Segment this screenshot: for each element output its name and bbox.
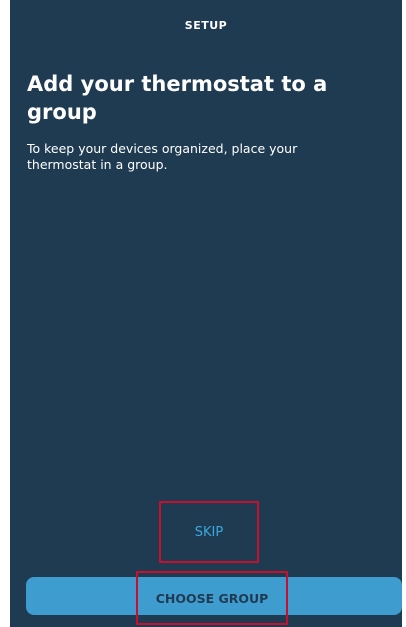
choose-group-button-label: CHOOSE GROUP [155,590,269,606]
choose-group-button[interactable]: CHOOSE GROUP [136,571,288,625]
skip-button[interactable]: SKIP [159,501,259,563]
setup-screen: SETUP Add your thermostat to a group To … [10,0,402,627]
page-description: To keep your devices organized, place yo… [27,141,298,172]
page-title: Add your thermostat to a group [27,72,328,124]
header-title: SETUP [184,19,228,32]
